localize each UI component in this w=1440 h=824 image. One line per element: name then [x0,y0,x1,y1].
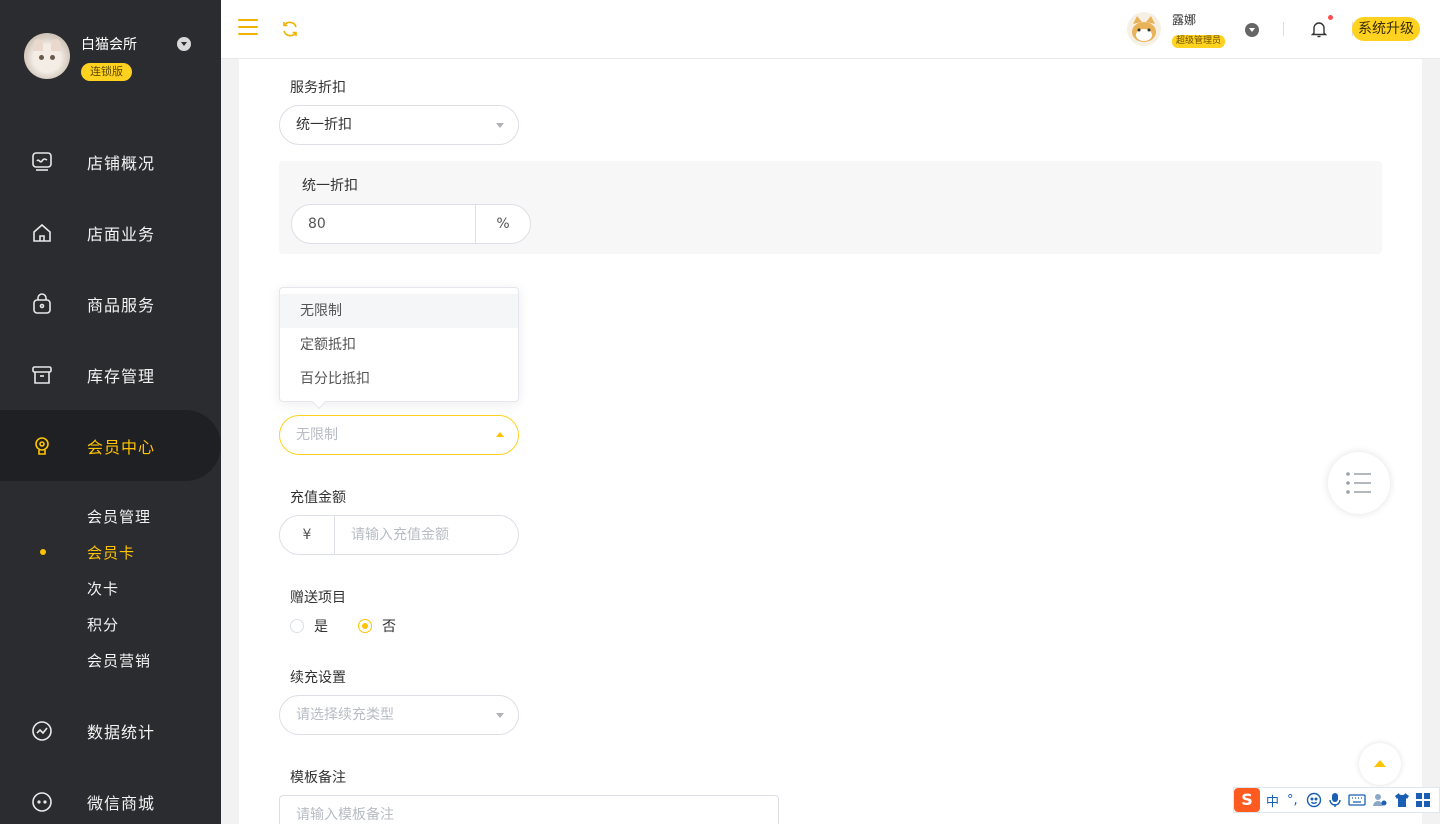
ime-toolbar: S 中 °, [1233,787,1440,813]
dropdown-arrow [311,394,327,410]
nav-store-business[interactable]: 店面业务 [0,197,221,268]
user-settings-icon[interactable] [1372,792,1388,808]
nav-label: 店铺概况 [87,153,156,173]
gift-yes-radio[interactable]: 是 [290,616,328,636]
list-menu-button[interactable] [1328,452,1390,514]
service-discount-label: 服务折扣 [290,80,346,96]
uniform-discount-panel: 统一折扣 80 % [279,161,1382,254]
chart-circle-icon [32,720,52,741]
nav-inventory[interactable]: 库存管理 [0,339,221,410]
nav-store-overview[interactable]: 店铺概况 [0,126,221,197]
refresh-icon[interactable] [281,20,299,38]
nav-label: 库存管理 [87,366,156,386]
store-avatar [24,33,70,79]
system-upgrade-button[interactable]: 系统升级 [1352,17,1420,41]
subnav-times-card[interactable]: 次卡 [87,578,119,599]
user-role-badge: 超级管理员 [1172,35,1226,48]
gift-no-radio[interactable]: 否 [358,616,396,636]
nav-data-stats[interactable]: 数据统计 [0,695,221,766]
grid-apps-icon[interactable] [1415,793,1430,807]
member-bulb-icon [35,436,49,455]
top-bar: 露娜 超级管理员 系统升级 [221,0,1440,59]
form-panel: 服务折扣 统一折扣 统一折扣 80 % 无限制 定额抵扣 百分比抵扣 无限制 充… [239,59,1422,824]
nav-wechat-mall[interactable]: 微信商城 [0,766,221,824]
list-icon [1346,472,1371,494]
deduct-type-select[interactable]: 无限制 [279,415,519,455]
ime-punctuation[interactable]: °, [1287,793,1298,808]
menu-toggle-icon[interactable] [238,19,258,35]
emoji-icon[interactable] [1306,792,1322,808]
nav-goods-service[interactable]: 商品服务 [0,268,221,339]
active-dot [40,549,46,555]
uniform-discount-input-group: 80 % [291,204,531,244]
nav-label: 商品服务 [87,295,156,315]
template-remark-label: 模板备注 [290,770,346,786]
chevron-down-icon[interactable] [177,37,191,51]
nav-label: 微信商城 [87,793,156,813]
caret-down-icon [496,123,504,128]
uniform-discount-label: 统一折扣 [302,178,358,194]
ime-mode[interactable]: 中 [1266,791,1279,810]
template-remark-input[interactable]: 请输入模板备注 [279,795,779,824]
nav-label: 数据统计 [87,722,156,742]
bag-icon [33,292,51,314]
currency-prefix: ¥ [280,516,335,554]
nav-label: 店面业务 [87,224,156,244]
subnav-member-manage[interactable]: 会员管理 [87,506,151,527]
dropdown-option[interactable]: 无限制 [280,294,518,328]
user-avatar[interactable] [1127,12,1161,46]
chevron-down-icon[interactable] [1245,23,1259,37]
radio-label: 否 [382,619,396,635]
store-edition-badge: 连锁版 [81,63,132,81]
gift-items-label: 赠送项目 [290,590,346,606]
select-value: 统一折扣 [296,117,352,133]
recharge-amount-input[interactable]: 请输入充值金额 [335,516,518,554]
deduct-type-dropdown: 无限制 定额抵扣 百分比抵扣 [279,287,519,410]
divider [1283,22,1284,36]
notification-dot [1328,15,1333,20]
dropdown-option[interactable]: 百分比抵扣 [280,362,518,396]
nav-member-center[interactable]: 会员中心 [0,410,221,481]
percent-suffix: % [496,216,510,232]
subnav-member-card[interactable]: 会员卡 [87,542,135,563]
skin-shirt-icon[interactable] [1394,792,1410,808]
caret-up-icon [496,432,504,437]
ime-logo[interactable]: S [1234,788,1260,812]
renew-type-select[interactable]: 请选择续充类型 [279,695,519,735]
microphone-icon[interactable] [1328,792,1342,808]
select-placeholder: 无限制 [296,427,338,443]
service-discount-select[interactable]: 统一折扣 [279,105,519,145]
select-placeholder: 请选择续充类型 [296,707,394,723]
uniform-discount-input[interactable]: 80 [292,205,476,243]
back-to-top-button[interactable] [1359,743,1401,785]
store-name: 白猫会所 [81,37,137,53]
renew-settings-label: 续充设置 [290,670,346,686]
dropdown-option[interactable]: 定额抵扣 [280,328,518,362]
caret-down-icon [496,713,504,718]
recharge-amount-group: ¥ 请输入充值金额 [279,515,519,555]
inventory-box-icon [32,365,52,384]
radio-circle [290,619,304,633]
sidebar: 白猫会所 连锁版 店铺概况 店面业务 商品服务 库存管理 会员中心 会员管理 会… [0,0,221,824]
recharge-amount-label: 充值金额 [290,490,346,506]
home-icon [33,223,51,242]
radio-circle [358,619,372,633]
subnav-member-marketing[interactable]: 会员营销 [87,650,151,671]
user-name: 露娜 [1172,13,1197,27]
subnav-points[interactable]: 积分 [87,614,119,635]
keyboard-icon[interactable] [1348,793,1366,807]
store-switcher[interactable]: 白猫会所 连锁版 [0,0,221,110]
radio-label: 是 [314,619,328,635]
monitor-icon [32,151,52,171]
nav-label: 会员中心 [87,437,156,457]
wechat-chat-icon [32,791,52,812]
bell-icon[interactable] [1311,20,1327,38]
